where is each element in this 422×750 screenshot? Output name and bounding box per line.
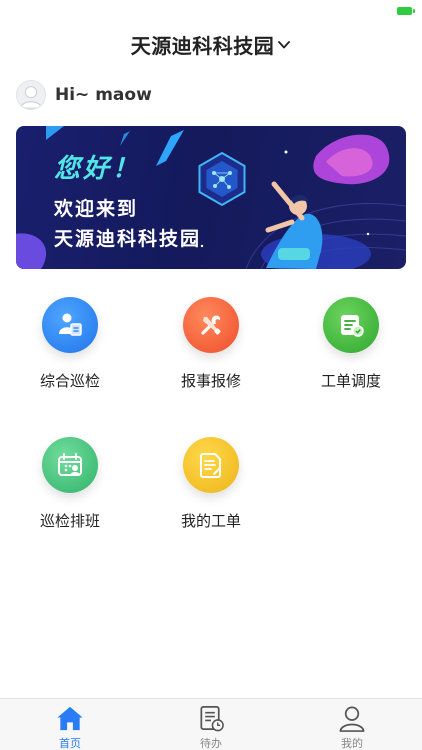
menu-label: 我的工单 [180, 512, 241, 530]
tab-todo[interactable]: 待办 [171, 699, 251, 750]
banner-welcome-text: 欢迎来到 [54, 198, 139, 220]
app-screen: 天源迪科科技园 Hi~ maow 您好！ 欢迎来到 天源迪科科技园 综合巡检 报… [0, 0, 422, 750]
park-selector[interactable]: 天源迪科科技园 [0, 28, 422, 60]
inspection-icon [42, 297, 98, 353]
my-order-icon [183, 437, 239, 493]
battery-icon [397, 7, 415, 15]
banner-hello-text: 您好！ [54, 154, 142, 184]
menu-label: 报事报修 [180, 372, 241, 390]
menu-item-inspection[interactable]: 综合巡检 [20, 297, 120, 407]
banner-park-text: 天源迪科科技园 [54, 228, 202, 250]
menu-label: 综合巡检 [39, 372, 100, 390]
tab-home-label: 首页 [59, 737, 81, 750]
menu-item-dispatch[interactable]: 工单调度 [301, 297, 401, 407]
home-icon [57, 706, 83, 731]
menu-label: 工单调度 [320, 372, 381, 390]
todo-icon [200, 706, 224, 732]
tab-profile-label: 我的 [341, 737, 363, 750]
menu-item-schedule[interactable]: 巡检排班 [20, 437, 120, 547]
greeting-row: Hi~ maow [16, 80, 152, 110]
schedule-calendar-icon [42, 437, 98, 493]
profile-icon [339, 706, 365, 732]
welcome-banner[interactable]: 您好！ 欢迎来到 天源迪科科技园 [16, 126, 406, 269]
park-title: 天源迪科科技园 [130, 33, 275, 58]
menu-label: 巡检排班 [39, 512, 100, 530]
repair-tools-icon [183, 297, 239, 353]
tab-todo-label: 待办 [200, 737, 222, 750]
menu-item-my-orders[interactable]: 我的工单 [161, 437, 261, 547]
bottom-tab-bar: 首页 待办 我的 [0, 698, 422, 750]
chevron-down-icon [278, 41, 291, 49]
greeting-text: Hi~ maow [55, 85, 152, 105]
dispatch-icon [323, 297, 379, 353]
avatar-person-icon [20, 86, 42, 109]
menu-item-repair[interactable]: 报事报修 [161, 297, 261, 407]
tab-profile[interactable]: 我的 [312, 699, 392, 750]
tab-home[interactable]: 首页 [30, 699, 110, 750]
status-bar [0, 0, 422, 22]
avatar[interactable] [16, 80, 46, 110]
